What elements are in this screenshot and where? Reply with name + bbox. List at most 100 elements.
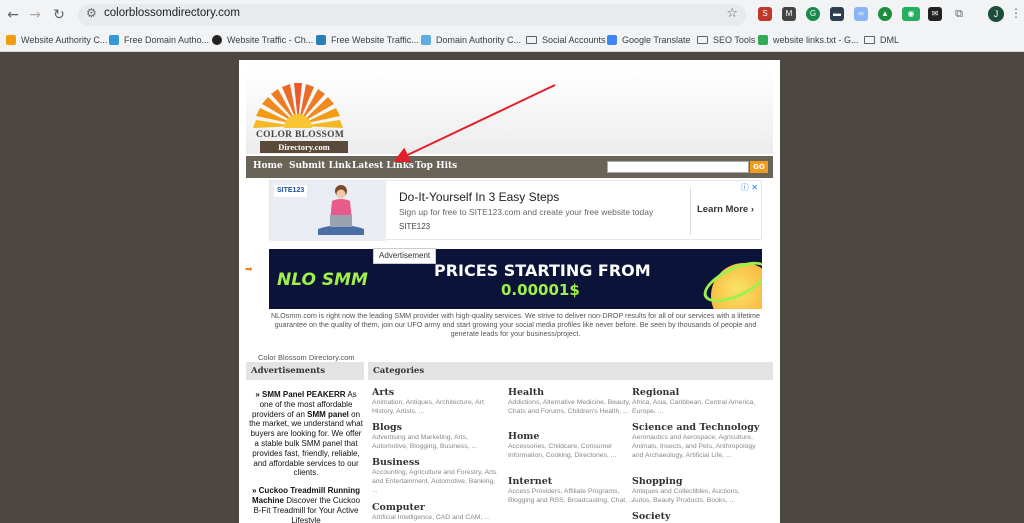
category-business: Business Accounting, Agriculture and For… <box>372 457 500 495</box>
category-science-technology: Science and Technology Aeronautics and A… <box>632 422 760 460</box>
sidebar-ad-keyword-link[interactable]: SMM panel <box>307 410 349 419</box>
category-title[interactable]: Arts <box>372 387 500 398</box>
site-info-icon[interactable]: ⚙ <box>86 6 97 20</box>
sidebar-ad-2: » Cuckoo Treadmill Running Machine Disco… <box>251 486 361 523</box>
category-title[interactable]: Regional <box>632 387 760 398</box>
ad-image: SITE123 <box>270 181 386 241</box>
categories-heading: Categories <box>368 362 773 380</box>
bookmark-item[interactable]: website links.txt - G... <box>758 33 859 47</box>
nav-top-hits[interactable]: Top Hits <box>415 161 457 171</box>
search-go-button[interactable]: GO <box>750 161 768 173</box>
address-bar[interactable]: ⚙ colorblossomdirectory.com ☆ <box>78 4 746 26</box>
bookmark-star-icon[interactable]: ☆ <box>726 6 738 21</box>
bookmark-item[interactable]: Domain Authority C... <box>421 33 521 47</box>
category-shopping: Shopping Antiques and Collectibles, Auct… <box>632 476 760 506</box>
sidebar-ad-1: » SMM Panel PEAKERR As one of the most a… <box>249 390 363 478</box>
bookmark-folder[interactable]: Social Accounts <box>526 33 606 47</box>
forward-icon[interactable]: → <box>26 6 44 24</box>
ad-divider <box>690 187 691 235</box>
category-health: Health Addictions, Alternative Medicine,… <box>508 387 636 417</box>
extension-icon-6[interactable]: ▲ <box>878 7 892 21</box>
category-home: Home Accessories, Childcare, Consumer In… <box>508 431 636 461</box>
extension-icon-4[interactable]: ▬ <box>830 7 844 21</box>
ad-close-icon[interactable]: ⓘ ✕ <box>741 182 758 193</box>
ad-subtitle: Sign up for free to SITE123.com and crea… <box>399 207 654 217</box>
extension-icon-1[interactable]: S <box>758 7 772 21</box>
bookmark-folder[interactable]: SEO Tools <box>697 33 755 47</box>
category-title[interactable]: Shopping <box>632 476 760 487</box>
category-subs[interactable]: Animation, Antiques, Architecture, Art H… <box>372 399 500 417</box>
bookmark-favicon-icon <box>212 35 222 45</box>
sidebar-ad-link[interactable]: » SMM Panel PEAKERR <box>255 390 345 399</box>
bookmark-folder[interactable]: DML <box>864 33 899 47</box>
category-subs[interactable]: Advertising and Marketing, Arts, Automot… <box>372 434 500 452</box>
logo-subtitle: Directory.com <box>260 141 348 153</box>
logo-title: COLOR BLOSSOM <box>256 130 345 140</box>
extension-icon-3[interactable]: G <box>806 7 820 21</box>
category-subs[interactable]: Addictions, Alternative Medicine, Beauty… <box>508 399 636 417</box>
banner-headline: PRICES STARTING FROM <box>434 261 651 280</box>
bookmark-favicon-icon <box>6 35 16 45</box>
search-input[interactable] <box>607 161 749 173</box>
site-logo[interactable]: COLOR BLOSSOM Directory.com <box>246 68 351 154</box>
bookmarks-bar: Website Authority C... Free Domain Autho… <box>0 31 1024 49</box>
url-text[interactable]: colorblossomdirectory.com <box>104 7 240 19</box>
bookmark-item[interactable]: Website Authority C... <box>6 33 107 47</box>
back-icon[interactable]: ← <box>4 6 22 24</box>
reload-icon[interactable]: ↻ <box>50 6 68 24</box>
category-title[interactable]: Computer <box>372 502 500 513</box>
extension-icon-7[interactable]: ◉ <box>902 7 920 21</box>
bookmark-favicon-icon <box>316 35 326 45</box>
category-title[interactable]: Business <box>372 457 500 468</box>
extensions-puzzle-icon[interactable]: ⧉ <box>952 7 966 21</box>
extension-icon-8[interactable]: ✉ <box>928 7 942 21</box>
bookmark-item[interactable]: Free Website Traffic... <box>316 33 419 47</box>
category-subs[interactable]: Africa, Asia, Caribbean, Central America… <box>632 399 760 417</box>
browser-chrome: ← → ↻ ⚙ colorblossomdirectory.com ☆ S M … <box>0 0 1024 52</box>
learn-more-button[interactable]: Learn More › <box>697 204 754 215</box>
site-navbar: Home Submit Link Latest Links Top Hits G… <box>246 156 773 178</box>
browser-menu-icon[interactable]: ⋮ <box>1010 6 1022 20</box>
extension-icon-5[interactable]: ∞ <box>854 7 868 21</box>
bookmark-favicon-icon <box>607 35 617 45</box>
category-society: Society <box>632 511 760 522</box>
bookmark-item[interactable]: Website Traffic - Ch... <box>212 33 313 47</box>
category-title[interactable]: Blogs <box>372 422 500 433</box>
advertisement-tooltip: Advertisement <box>373 248 437 264</box>
bookmark-favicon-icon <box>109 35 119 45</box>
folder-icon <box>697 36 708 44</box>
browser-toolbar: ← → ↻ ⚙ colorblossomdirectory.com ☆ S M … <box>0 0 1024 30</box>
nav-home[interactable]: Home <box>253 161 283 171</box>
web-page: COLOR BLOSSOM Directory.com Home Submit … <box>239 60 780 523</box>
site123-logo: SITE123 <box>274 185 308 197</box>
bookmark-item[interactable]: Google Translate <box>607 33 691 47</box>
site-label: Color Blossom Directory.com <box>258 353 355 362</box>
category-title[interactable]: Society <box>632 511 760 522</box>
category-computer: Computer Artificial Intelligence, CAD an… <box>372 502 500 523</box>
folder-icon <box>526 36 537 44</box>
category-title[interactable]: Home <box>508 431 636 442</box>
arrow-bullet-icon: ➡ <box>245 265 253 275</box>
category-title[interactable]: Science and Technology <box>632 422 760 433</box>
nav-latest-links[interactable]: Latest Links <box>352 161 414 171</box>
category-title[interactable]: Health <box>508 387 636 398</box>
category-subs[interactable]: Access Providers, Affiliate Programs, Bl… <box>508 488 636 506</box>
bookmark-item[interactable]: Free Domain Autho... <box>109 33 209 47</box>
category-arts: Arts Animation, Antiques, Architecture, … <box>372 387 500 417</box>
ad-title[interactable]: Do-It-Yourself In 3 Easy Steps <box>399 190 559 204</box>
category-subs[interactable]: Artificial Intelligence, CAD and CAM, ..… <box>372 514 500 523</box>
category-subs[interactable]: Accounting, Agriculture and Forestry, Ar… <box>372 469 500 495</box>
profile-avatar[interactable]: J <box>988 6 1004 22</box>
site123-ad[interactable]: SITE123 Do-It-Yourself In 3 Easy Steps S… <box>269 180 762 241</box>
category-title[interactable]: Internet <box>508 476 636 487</box>
bookmark-favicon-icon <box>421 35 431 45</box>
nlosmm-banner[interactable]: NLO SMM PRICES STARTING FROM 0.00001$ <box>269 249 762 309</box>
banner-logo: NLO SMM <box>277 270 368 290</box>
extension-icon-2[interactable]: M <box>782 7 796 21</box>
category-subs[interactable]: Aeronautics and Aerospace, Agriculture, … <box>632 434 760 460</box>
category-subs[interactable]: Antiques and Collectibles, Auctions, Aut… <box>632 488 760 506</box>
nav-submit-link[interactable]: Submit Link <box>289 161 351 171</box>
advertisements-heading: Advertisements <box>246 362 364 380</box>
banner-price: 0.00001$ <box>501 281 580 299</box>
category-subs[interactable]: Accessories, Childcare, Consumer Informa… <box>508 443 636 461</box>
